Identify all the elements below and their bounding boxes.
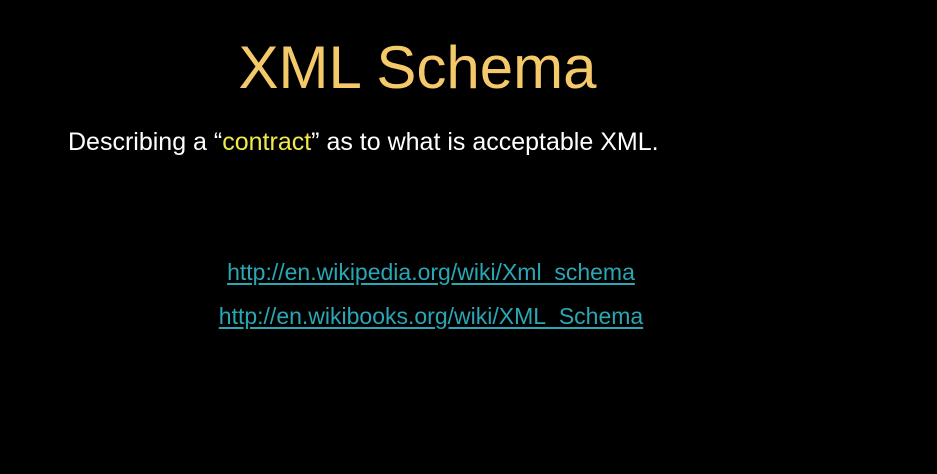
slide-title: XML Schema — [238, 34, 597, 101]
presentation-slide: XML Schema Describing a “contract” as to… — [0, 0, 937, 474]
subtitle-highlight-contract: contract — [222, 128, 312, 156]
subtitle-prefix: Describing a “ — [68, 128, 223, 156]
wikibooks-xml-schema-link[interactable]: http://en.wikibooks.org/wiki/XML_Schema — [0, 301, 862, 331]
subtitle-suffix: ” as to what is acceptable XML. — [311, 128, 659, 156]
slide-subtitle: Describing a “contract” as to what is ac… — [68, 124, 659, 160]
wikipedia-xml-schema-link[interactable]: http://en.wikipedia.org/wiki/Xml_schema — [0, 257, 862, 287]
